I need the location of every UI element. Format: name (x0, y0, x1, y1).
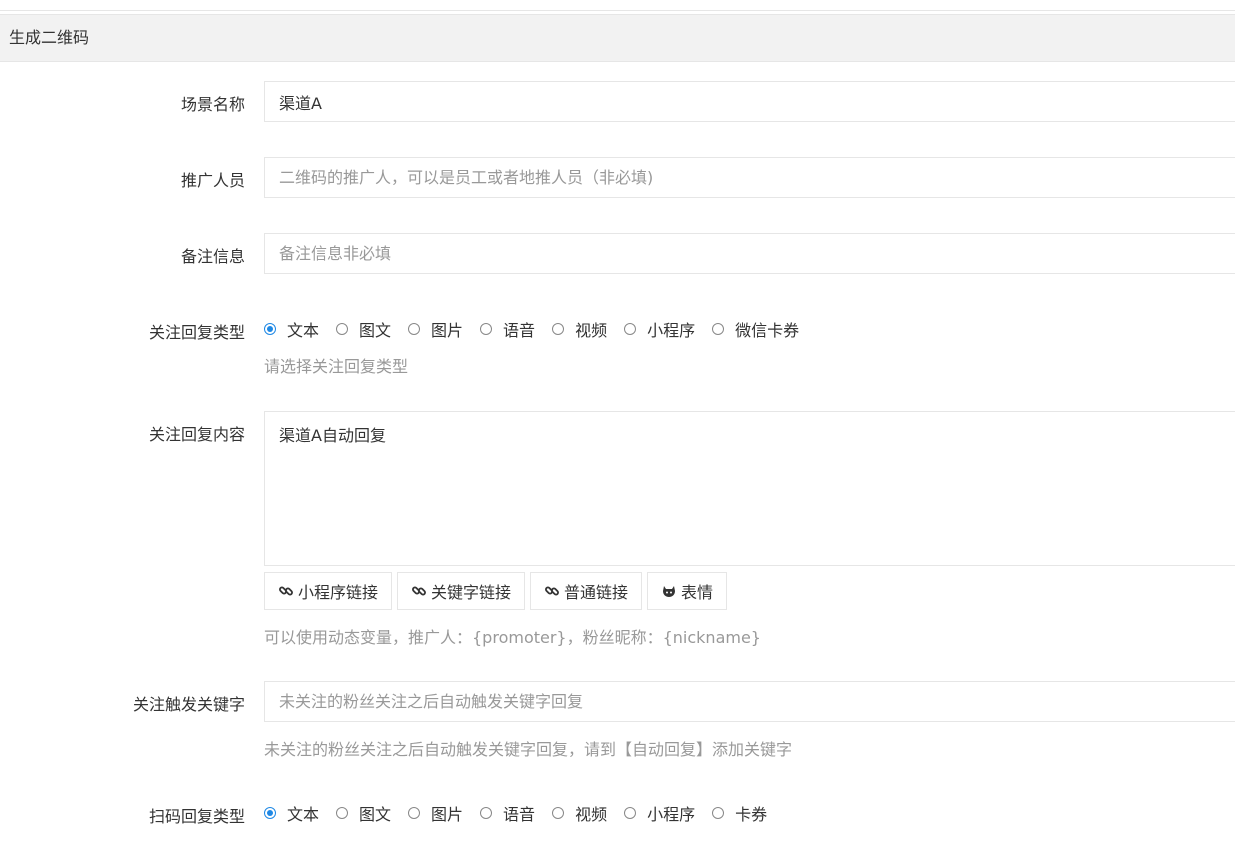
radio-icon (712, 323, 725, 335)
miniprogram-link-button[interactable]: 小程序链接 (264, 572, 393, 610)
normal-link-button[interactable]: 普通链接 (530, 572, 643, 610)
top-strip (0, 0, 1235, 11)
radio-icon (408, 323, 421, 335)
scene-name-input[interactable] (264, 81, 1235, 122)
panel-title: 生成二维码 (9, 28, 90, 47)
radio-icon (552, 323, 565, 335)
scene-name-label: 场景名称 (180, 95, 245, 114)
link-icon (545, 586, 559, 596)
scan-reply-type-option-miniprogram[interactable]: 小程序 (624, 801, 695, 825)
radio-checked-icon (264, 807, 276, 819)
follow-keyword-input[interactable] (264, 681, 1235, 722)
radio-icon (480, 323, 493, 335)
follow-reply-type-help: 请选择关注回复类型 (264, 357, 409, 376)
follow-reply-type-option-video[interactable]: 视频 (552, 317, 607, 341)
follow-reply-type-option-voice[interactable]: 语音 (480, 317, 535, 341)
follow-reply-type-option-card[interactable]: 微信卡券 (712, 317, 799, 341)
emoji-icon (663, 586, 676, 597)
follow-keyword-label: 关注触发关键字 (132, 695, 245, 714)
follow-keyword-help: 未关注的粉丝关注之后自动触发关键字回复，请到【自动回复】添加关键字 (264, 740, 793, 759)
follow-reply-type-label: 关注回复类型 (148, 323, 245, 342)
radio-checked-icon (264, 323, 276, 335)
link-icon (279, 586, 293, 596)
scan-reply-type-option-text[interactable]: 文本 (264, 801, 319, 825)
panel-header: 生成二维码 (0, 14, 1235, 62)
radio-icon (336, 323, 349, 335)
emoji-button[interactable]: 表情 (647, 572, 728, 610)
follow-reply-type-option-news[interactable]: 图文 (336, 317, 391, 341)
promoter-label: 推广人员 (180, 171, 245, 190)
follow-reply-type-radio-group: 文本 图文 图片 语音 视频 小程序 微信卡券 (264, 317, 816, 341)
follow-reply-content-label: 关注回复内容 (148, 425, 245, 444)
scan-reply-type-option-card[interactable]: 卡券 (712, 801, 767, 825)
remark-label: 备注信息 (180, 247, 245, 266)
scan-reply-type-label: 扫码回复类型 (148, 807, 245, 826)
radio-icon (552, 807, 565, 819)
scan-reply-type-option-video[interactable]: 视频 (552, 801, 607, 825)
promoter-input[interactable] (264, 157, 1235, 198)
follow-reply-type-option-text[interactable]: 文本 (264, 317, 319, 341)
radio-icon (336, 807, 349, 819)
scan-reply-type-option-voice[interactable]: 语音 (480, 801, 535, 825)
radio-icon (624, 323, 637, 335)
follow-reply-type-option-miniprogram[interactable]: 小程序 (624, 317, 695, 341)
radio-icon (480, 807, 493, 819)
radio-icon (408, 807, 421, 819)
follow-reply-content-textarea[interactable]: 渠道A自动回复 (264, 411, 1235, 566)
scan-reply-type-option-image[interactable]: 图片 (408, 801, 463, 825)
scan-reply-type-radio-group: 文本 图文 图片 语音 视频 小程序 卡券 (264, 801, 784, 825)
link-icon (412, 586, 426, 596)
follow-reply-content-help: 可以使用动态变量，推广人：{promoter}，粉丝昵称：{nickname} (264, 628, 761, 647)
follow-reply-content-toolbar: 小程序链接 关键字链接 普通链接 表情 (264, 572, 732, 610)
remark-input[interactable] (264, 233, 1235, 274)
radio-icon (624, 807, 637, 819)
radio-icon (712, 807, 725, 819)
scan-reply-type-option-news[interactable]: 图文 (336, 801, 391, 825)
keyword-link-button[interactable]: 关键字链接 (397, 572, 526, 610)
follow-reply-type-option-image[interactable]: 图片 (408, 317, 463, 341)
